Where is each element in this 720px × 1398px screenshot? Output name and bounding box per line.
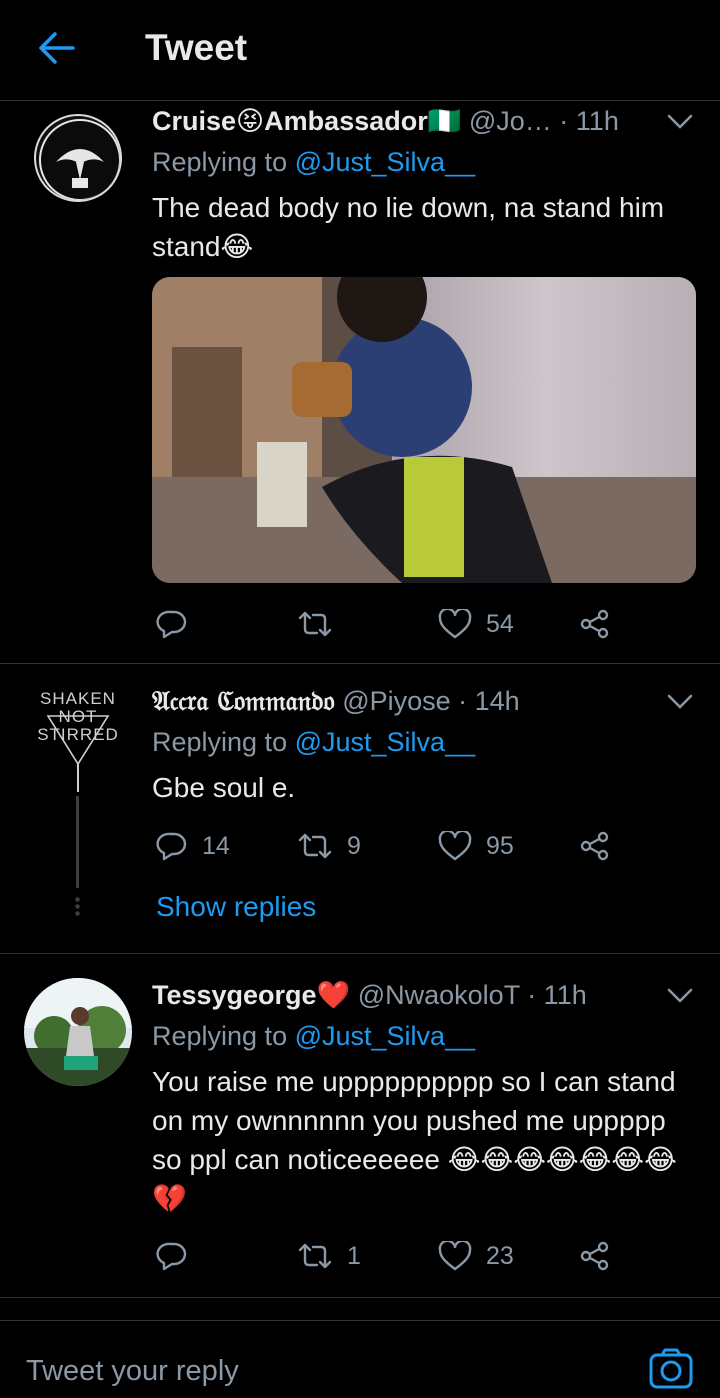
heart-icon xyxy=(438,1241,472,1271)
replying-to: Replying to @Just_Silva__ xyxy=(152,147,476,177)
tweet-actions: 14 9 95 xyxy=(152,826,622,866)
display-name[interactable]: Tessygeorge❤️ xyxy=(152,980,350,1010)
retweet-icon xyxy=(298,611,332,637)
svg-text:SHAKEN: SHAKEN xyxy=(40,689,116,708)
chevron-down-icon[interactable] xyxy=(666,986,694,1006)
heart-icon xyxy=(438,831,472,861)
avatar[interactable] xyxy=(34,114,122,202)
reply-icon xyxy=(156,610,187,639)
share-button[interactable] xyxy=(578,826,610,866)
replying-to: Replying to @Just_Silva__ xyxy=(152,727,476,757)
media-image xyxy=(152,277,696,583)
share-icon xyxy=(580,1241,609,1271)
like-button[interactable]: 23 xyxy=(438,1236,514,1276)
like-count: 23 xyxy=(486,1241,514,1270)
reply-button[interactable] xyxy=(156,1236,202,1276)
reply-composer: Tweet your reply xyxy=(0,1320,720,1398)
tweet-text: You raise me upppppppppp so I can stand … xyxy=(152,1066,677,1214)
mention-link[interactable]: @Just_Silva__ xyxy=(295,727,476,757)
thread-line xyxy=(76,796,79,888)
reply-icon xyxy=(156,832,187,861)
retweet-button[interactable]: 1 xyxy=(297,1236,361,1276)
retweet-icon xyxy=(298,833,332,859)
handle-and-time[interactable]: @NwaokoloT · 11h xyxy=(358,980,587,1010)
tweet-text: Gbe soul e. xyxy=(152,772,296,803)
show-replies-link[interactable]: Show replies xyxy=(156,891,316,923)
reply-input[interactable]: Tweet your reply xyxy=(26,1355,239,1388)
svg-text:STIRRED: STIRRED xyxy=(37,725,119,744)
like-count: 95 xyxy=(486,831,514,860)
heart-icon xyxy=(438,609,472,639)
tweet-actions: 54 xyxy=(152,604,622,644)
mention-link[interactable]: @Just_Silva__ xyxy=(295,147,476,177)
wizkid-fc-logo xyxy=(39,119,120,200)
retweet-icon xyxy=(298,1243,332,1269)
tweet-text: The dead body no lie down, na stand him … xyxy=(152,192,665,262)
share-button[interactable] xyxy=(578,1236,610,1276)
mention-link[interactable]: @Just_Silva__ xyxy=(295,1021,476,1051)
tweet[interactable]: SHAKEN NOT STIRRED 𝔄𝔠𝔠𝔯𝔞 ℭ𝔬𝔪𝔪𝔞𝔫𝔡𝔬 @Piyos… xyxy=(0,664,720,954)
handle-and-time[interactable]: @Piyose · 14h xyxy=(342,686,520,716)
tweet[interactable]: Cruise😝Ambassador🇳🇬 @Jo… · 11h Replying … xyxy=(0,102,720,664)
retweet-button[interactable]: 9 xyxy=(297,826,361,866)
avatar[interactable]: SHAKEN NOT STIRRED xyxy=(34,684,122,794)
top-bar: Tweet xyxy=(0,0,720,101)
retweet-button[interactable] xyxy=(297,604,347,644)
tweet[interactable]: Tessygeorge❤️ @NwaokoloT · 11h Replying … xyxy=(0,954,720,1298)
reply-button[interactable]: 14 xyxy=(156,826,230,866)
reply-icon xyxy=(156,1242,187,1271)
tweet-media[interactable] xyxy=(152,277,696,583)
page-title: Tweet xyxy=(145,27,248,68)
like-button[interactable]: 54 xyxy=(438,604,514,644)
retweet-count: 1 xyxy=(347,1241,361,1270)
chevron-down-icon[interactable] xyxy=(666,112,694,132)
arrow-left-icon xyxy=(39,32,75,64)
like-button[interactable]: 95 xyxy=(438,826,514,866)
retweet-count: 9 xyxy=(347,831,361,860)
thread-dots xyxy=(75,896,80,916)
share-icon xyxy=(580,609,609,639)
tweet-actions: 1 23 xyxy=(152,1236,622,1276)
profile-photo xyxy=(24,978,132,1086)
shaken-not-stirred-logo: SHAKEN NOT STIRRED xyxy=(37,689,119,792)
reply-count: 14 xyxy=(202,831,230,860)
display-name[interactable]: 𝔄𝔠𝔠𝔯𝔞 ℭ𝔬𝔪𝔪𝔞𝔫𝔡𝔬 xyxy=(152,686,335,717)
avatar[interactable] xyxy=(24,978,132,1086)
reply-button[interactable] xyxy=(156,604,202,644)
replying-to: Replying to @Just_Silva__ xyxy=(152,1021,476,1051)
camera-icon[interactable] xyxy=(648,1347,694,1391)
handle-and-time[interactable]: @Jo… · 11h xyxy=(469,106,619,136)
chevron-down-icon[interactable] xyxy=(666,692,694,712)
back-button[interactable] xyxy=(34,26,78,70)
share-icon xyxy=(580,831,609,861)
display-name[interactable]: Cruise😝Ambassador🇳🇬 xyxy=(152,106,461,136)
share-button[interactable] xyxy=(578,604,610,644)
